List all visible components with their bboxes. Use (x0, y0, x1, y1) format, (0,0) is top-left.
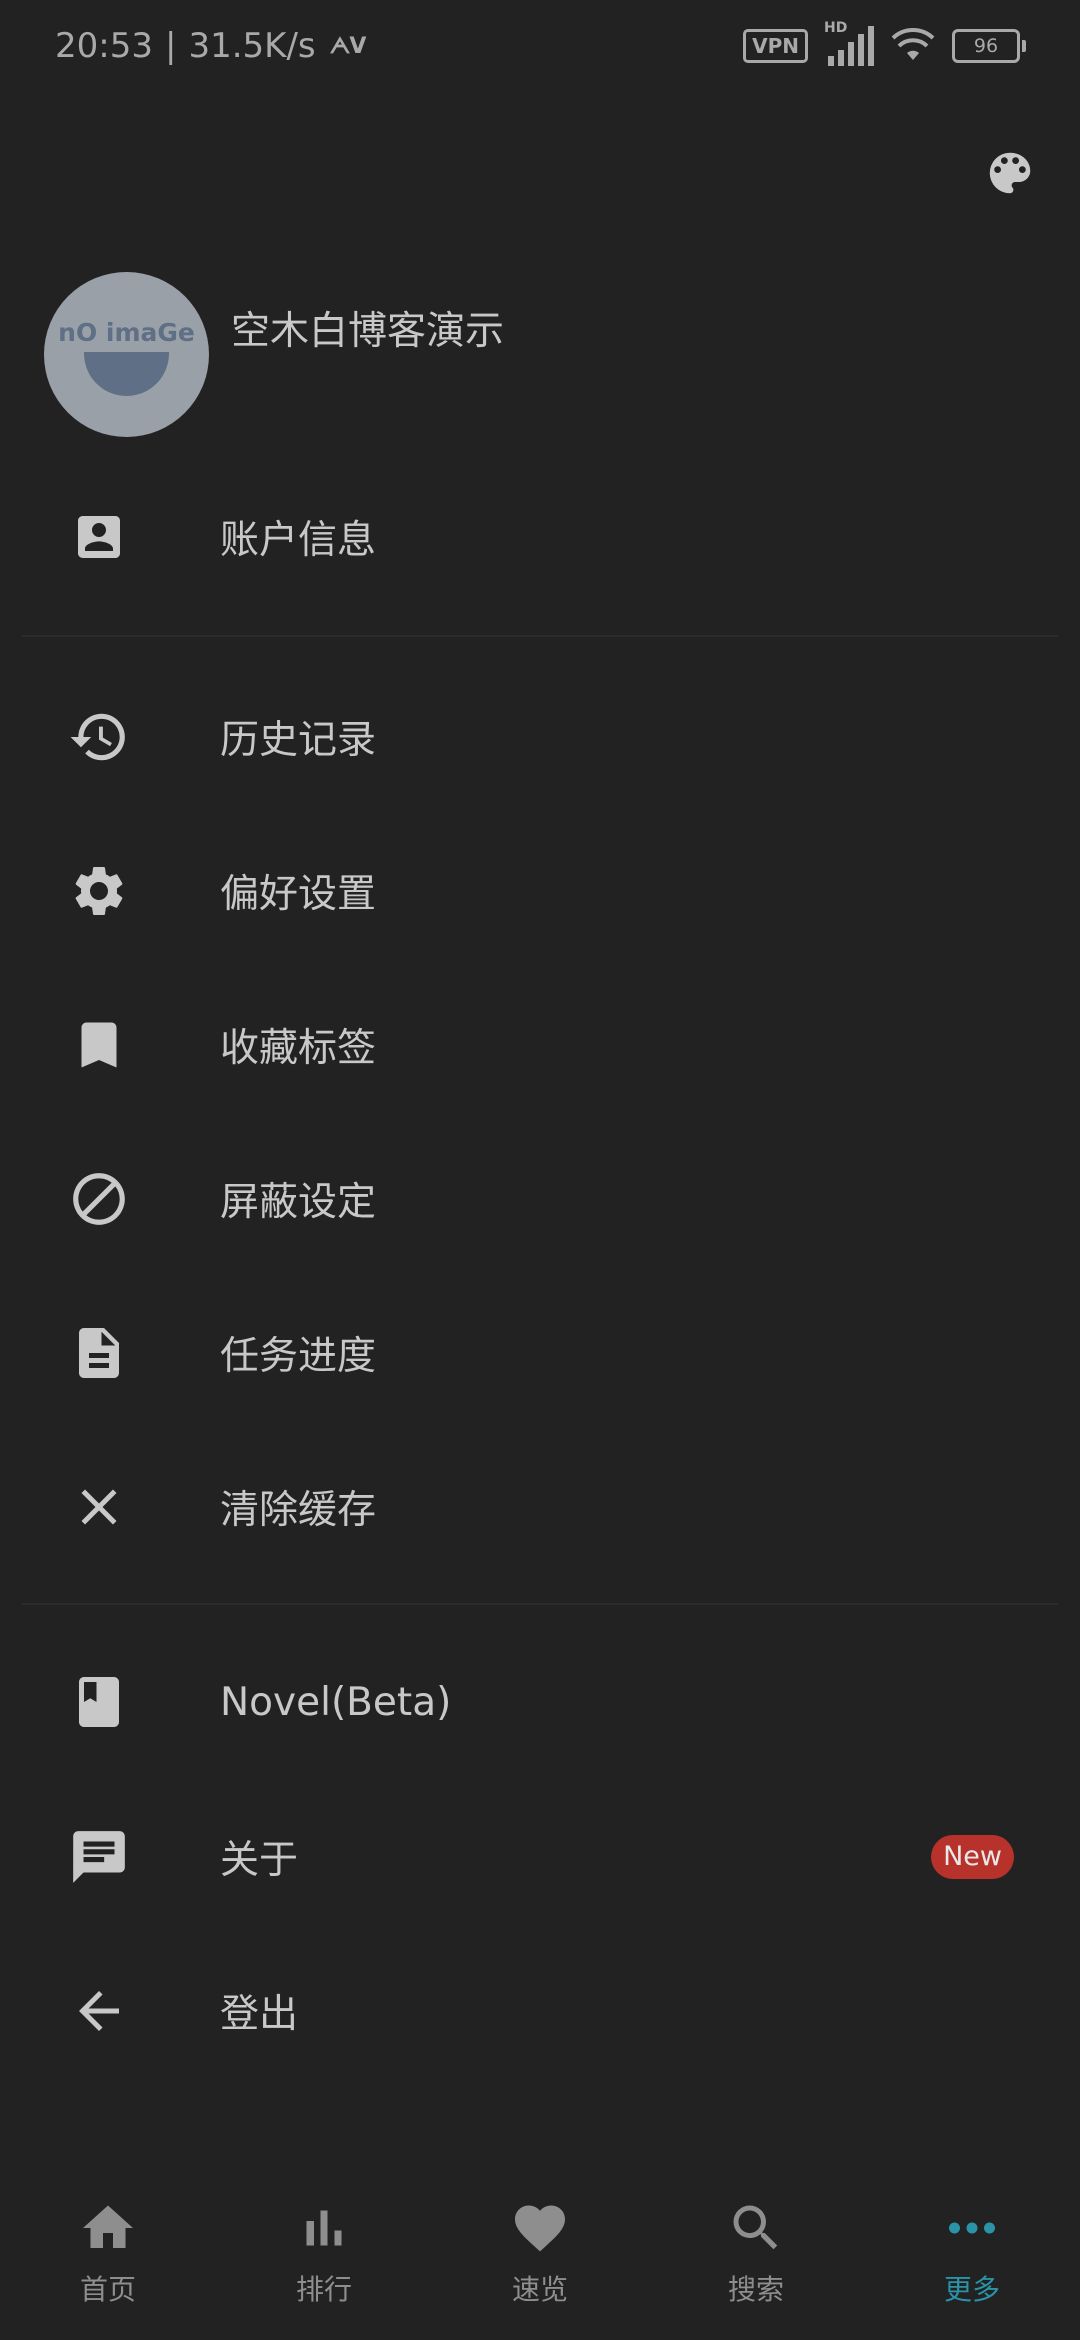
nav-tab-search[interactable]: 搜索 (648, 2170, 864, 2340)
status-right: VPN HD 96 (743, 20, 1026, 66)
book-icon (64, 1667, 134, 1737)
menu-label-clear-cache: 清除缓存 (220, 1488, 377, 1533)
home-icon (76, 2196, 140, 2260)
menu-item-block[interactable]: 屏蔽设定 (0, 1124, 1080, 1274)
nav-label-browse: 速览 (511, 2273, 568, 2306)
app-screen: 20:53 | 31.5K/s ᗅV VPN HD 96 nO imaGe 空木… (0, 0, 1080, 2340)
nav-label-ranking: 排行 (295, 2273, 352, 2306)
account-box-icon (64, 502, 134, 572)
bottom-navigation: 首页 排行 速览 搜索 更多 (0, 2170, 1080, 2340)
signal-icon: HD (824, 20, 874, 66)
menu-label-history: 历史记录 (220, 718, 377, 763)
menu-label-bookmarks: 收藏标签 (220, 1026, 377, 1071)
close-icon (64, 1472, 134, 1542)
menu-item-history[interactable]: 历史记录 (0, 662, 1080, 812)
wifi-icon (890, 26, 936, 66)
gear-icon (64, 856, 134, 926)
status-bar: 20:53 | 31.5K/s ᗅV VPN HD 96 (0, 0, 1080, 95)
menu-item-novel[interactable]: Novel(Beta) (0, 1627, 1080, 1777)
menu-label-account: 账户信息 (220, 518, 377, 563)
av-icon: ᗅV (329, 33, 367, 59)
avatar-placeholder-text: nO imaGe (58, 318, 195, 347)
menu-item-about[interactable]: 关于 New (0, 1782, 1080, 1932)
history-icon (64, 702, 134, 772)
status-time: 20:53 (55, 26, 153, 66)
menu-label-about: 关于 (220, 1838, 299, 1883)
more-horizontal-icon (940, 2196, 1004, 2260)
nav-label-more: 更多 (943, 2273, 1000, 2306)
status-separator: | (164, 26, 177, 66)
profile-header[interactable]: nO imaGe 空木白博客演示 (44, 272, 504, 437)
nav-tab-home[interactable]: 首页 (0, 2170, 216, 2340)
theme-palette-button[interactable] (980, 143, 1040, 203)
menu-label-novel: Novel(Beta) (220, 1679, 452, 1725)
bookmark-icon (64, 1010, 134, 1080)
nav-tab-browse[interactable]: 速览 (432, 2170, 648, 2340)
nav-tab-more[interactable]: 更多 (864, 2170, 1080, 2340)
bar-chart-icon (292, 2196, 356, 2260)
status-left: 20:53 | 31.5K/s ᗅV (55, 26, 367, 66)
palette-icon (989, 152, 1031, 194)
menu-item-logout[interactable]: 登出 (0, 1936, 1080, 2086)
menu-item-bookmarks[interactable]: 收藏标签 (0, 970, 1080, 1120)
nav-label-home: 首页 (79, 2273, 136, 2306)
menu-item-clear-cache[interactable]: 清除缓存 (0, 1432, 1080, 1582)
new-badge: New (931, 1835, 1014, 1879)
menu-item-preferences[interactable]: 偏好设置 (0, 816, 1080, 966)
block-icon (64, 1164, 134, 1234)
avatar-smile-graphic (84, 352, 169, 396)
menu-label-block: 屏蔽设定 (220, 1180, 377, 1225)
menu-item-account[interactable]: 账户信息 (0, 462, 1080, 612)
username: 空木白博客演示 (231, 309, 505, 354)
menu-label-tasks: 任务进度 (220, 1334, 377, 1379)
menu-divider-1 (22, 635, 1058, 637)
search-icon (724, 2196, 788, 2260)
document-icon (64, 1318, 134, 1388)
arrow-back-icon (64, 1976, 134, 2046)
menu-item-tasks[interactable]: 任务进度 (0, 1278, 1080, 1428)
avatar[interactable]: nO imaGe (44, 272, 209, 437)
heart-icon (508, 2196, 572, 2260)
menu-label-logout: 登出 (220, 1992, 299, 2037)
message-icon (64, 1822, 134, 1892)
status-speed: 31.5K/s (188, 26, 316, 66)
nav-label-search: 搜索 (727, 2273, 784, 2306)
nav-tab-ranking[interactable]: 排行 (216, 2170, 432, 2340)
menu-divider-2 (22, 1603, 1058, 1605)
battery-icon: 96 (952, 29, 1026, 63)
menu-label-preferences: 偏好设置 (220, 872, 377, 917)
vpn-icon: VPN (743, 29, 808, 63)
